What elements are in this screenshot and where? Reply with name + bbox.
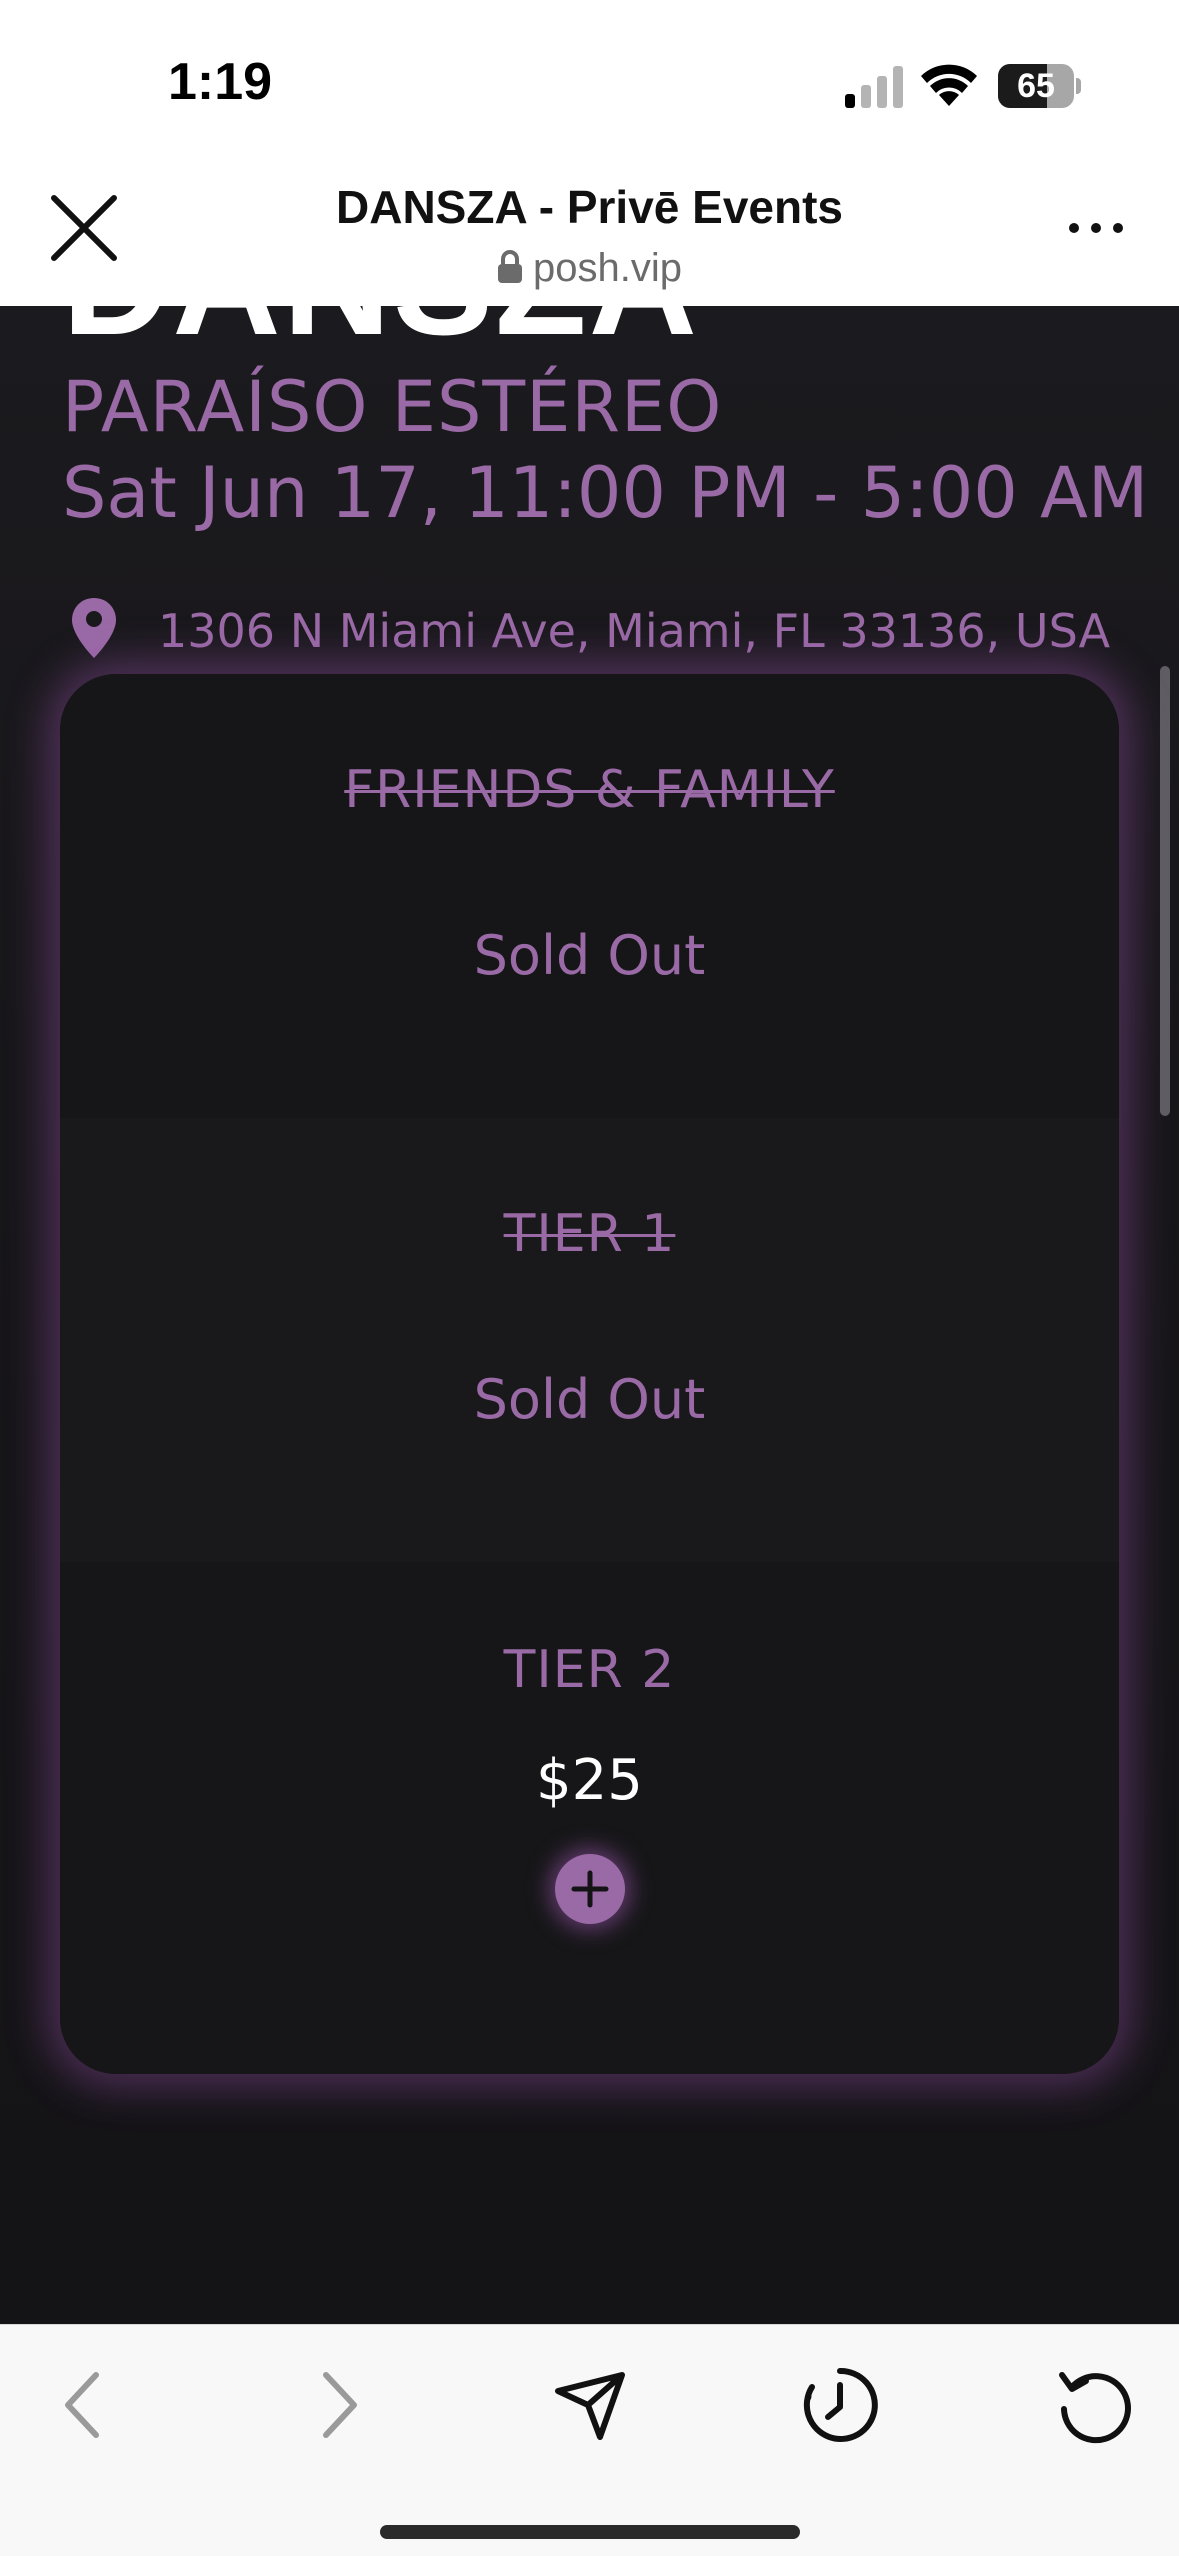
chevron-right-icon[interactable] (298, 2365, 378, 2445)
ticket-tier-name: FRIENDS & FAMILY (344, 760, 835, 820)
ticket-tier-name: TIER 2 (503, 1640, 676, 1700)
send-icon[interactable] (550, 2365, 630, 2445)
home-indicator[interactable] (380, 2525, 800, 2539)
wifi-icon (921, 64, 977, 106)
scrollbar[interactable] (1160, 666, 1170, 1116)
browser-toolbar (0, 2324, 1179, 2556)
plus-icon (571, 1870, 609, 1908)
status-bar: 1:19 65 (0, 0, 1179, 160)
event-date-time: Sat Jun 17, 11:00 PM - 5:00 AM (62, 452, 1149, 534)
add-ticket-button[interactable] (555, 1854, 625, 1924)
history-icon[interactable] (800, 2365, 880, 2445)
battery-level: 65 (1017, 67, 1055, 105)
ticket-tier-status: Sold Out (473, 924, 706, 987)
more-icon[interactable] (1064, 212, 1128, 244)
event-address: 1306 N Miami Ave, Miami, FL 33136, USA (158, 604, 1111, 658)
ticket-tier: TIER 2 $25 (60, 1562, 1119, 2074)
url-text: posh.vip (533, 246, 682, 290)
ticket-tier-status: Sold Out (473, 1368, 706, 1431)
chevron-left-icon[interactable] (44, 2365, 124, 2445)
reload-icon[interactable] (1054, 2365, 1134, 2445)
lock-icon (498, 250, 522, 283)
browser-header: DANSZA - Privē Events posh.vip (0, 160, 1179, 306)
brand-title: DANSZA (62, 306, 699, 369)
venue-name: PARAÍSO ESTÉREO (62, 366, 723, 448)
location-pin-icon (72, 598, 116, 658)
ticket-tier: FRIENDS & FAMILY Sold Out (60, 674, 1119, 1118)
ticket-tier-name: TIER 1 (503, 1204, 676, 1264)
ticket-tier: TIER 1 Sold Out (60, 1118, 1119, 1562)
battery-indicator: 65 (998, 64, 1081, 108)
ticket-tier-price: $25 (536, 1748, 643, 1813)
ticket-card: FRIENDS & FAMILY Sold Out TIER 1 Sold Ou… (60, 674, 1119, 2074)
status-time: 1:19 (168, 53, 273, 111)
cellular-signal-icon (845, 66, 903, 108)
page-title: DANSZA - Privē Events (336, 181, 843, 233)
url-row[interactable]: posh.vip (0, 246, 1179, 291)
